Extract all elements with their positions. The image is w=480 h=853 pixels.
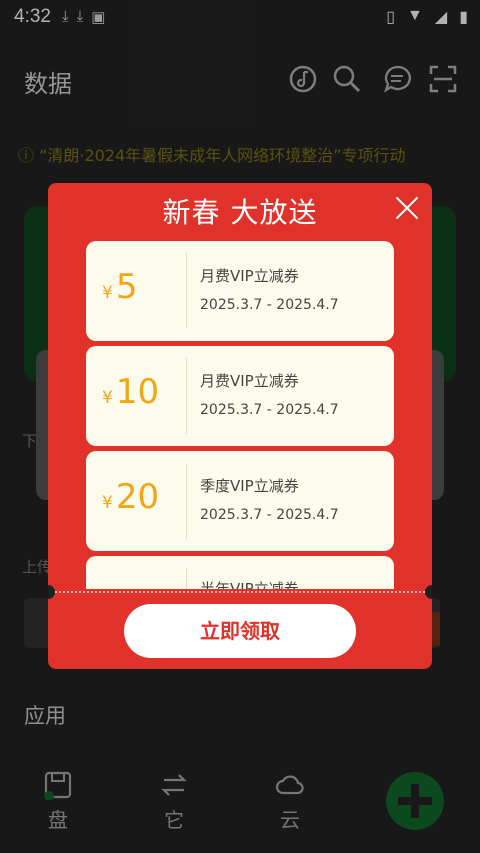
close-button[interactable] [394,195,420,221]
coupon-item[interactable]: ¥20 季度VIP立减券 2025.3.7 - 2025.4.7 [86,451,394,551]
claim-button[interactable]: 立即领取 [124,604,356,658]
coupon-validity: 2025.3.7 - 2025.4.7 [200,507,339,523]
divider [186,253,187,329]
coupon-name: 半年VIP立减券 [200,580,299,589]
coupon-name: 月费VIP立减券 [200,372,299,390]
divider [186,568,187,589]
notch [425,585,432,599]
currency-symbol: ¥ [102,493,113,513]
coupon-amount: ¥10 [102,372,159,412]
currency-symbol: ¥ [102,388,113,408]
coupon-item[interactable]: 半年VIP立减券 [86,556,394,589]
promo-popup: 新春 大放送 ¥5 月费VIP立减券 2025.3.7 - 2025.4.7 ¥… [48,183,432,669]
coupon-amount: ¥5 [102,267,137,307]
divider [186,358,187,434]
coupon-item[interactable]: ¥10 月费VIP立减券 2025.3.7 - 2025.4.7 [86,346,394,446]
notch [48,585,55,599]
amount-value: 20 [115,477,160,517]
divider [186,463,187,539]
coupon-item[interactable]: ¥5 月费VIP立减券 2025.3.7 - 2025.4.7 [86,241,394,341]
coupon-list[interactable]: ¥5 月费VIP立减券 2025.3.7 - 2025.4.7 ¥10 月费VI… [86,241,394,589]
coupon-amount: ¥20 [102,477,159,517]
amount-value: 5 [115,267,138,307]
currency-symbol: ¥ [102,283,113,303]
amount-value: 10 [115,372,160,412]
coupon-name: 月费VIP立减券 [200,267,299,285]
coupon-validity: 2025.3.7 - 2025.4.7 [200,297,339,313]
coupon-name: 季度VIP立减券 [200,477,299,495]
coupon-validity: 2025.3.7 - 2025.4.7 [200,402,339,418]
dotted-separator [48,591,432,593]
popup-title: 新春 大放送 [162,196,318,229]
